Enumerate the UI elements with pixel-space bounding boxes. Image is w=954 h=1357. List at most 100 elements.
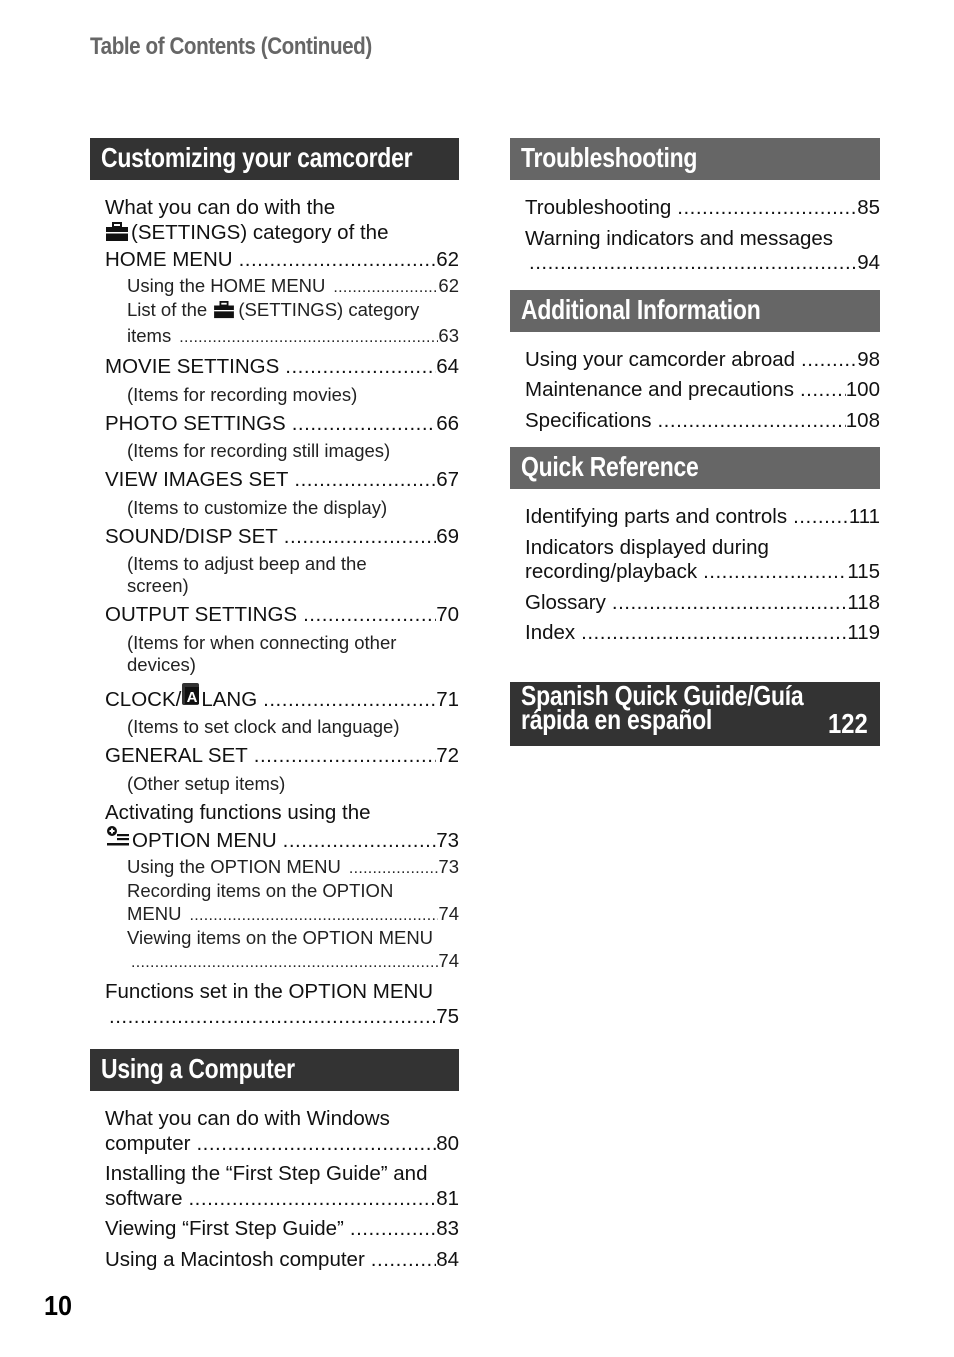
toc-entry-output-settings[interactable]: OUTPUT SETTINGS 70 <box>105 603 459 628</box>
entry-note: (Items to set clock and language) <box>127 716 400 737</box>
page-ref: 118 <box>847 590 880 614</box>
entry-text: CLOCK/ <box>105 687 182 711</box>
entry-text: items <box>127 324 172 346</box>
entry-text: LANG <box>201 687 258 711</box>
entry-text: computer <box>105 1131 191 1155</box>
page-ref: 62 <box>436 248 459 271</box>
toc-entry[interactable]: Glossary 118 <box>525 591 880 616</box>
entry-text: (SETTINGS) category <box>238 299 420 320</box>
toc-entry[interactable]: Viewing “First Step Guide” 83 <box>105 1217 459 1242</box>
toc-entry-photo-settings[interactable]: PHOTO SETTINGS 66 <box>105 412 459 437</box>
entry-line: Warning indicators and messages <box>525 226 834 250</box>
leader-dots <box>297 603 436 628</box>
toc-entry-view-images-set[interactable]: VIEW IMAGES SET 67 <box>105 468 459 493</box>
entry-last-line: SOUND/DISP SET 69 <box>105 525 459 550</box>
entry-note: (Items to adjust beep and the screen) <box>127 553 367 596</box>
entry-last-line: OPTION MENU 73 <box>105 825 459 854</box>
toc-subentry[interactable]: Viewing items on the OPTION MENU 74 <box>127 927 459 974</box>
entry-last-line: Identifying parts and controls 111 <box>525 505 880 530</box>
entry-text: OPTION MENU <box>132 829 277 852</box>
entry-line: What you can do with the <box>105 196 336 219</box>
leader-dots <box>325 275 438 300</box>
entry-last-line: Using the OPTION MENU 73 <box>127 856 459 881</box>
subentries-option-menu: Using the OPTION MENU 73 Recording items… <box>105 856 459 975</box>
entry-text: Glossary <box>525 590 606 614</box>
toc-entry-clock-lang[interactable]: CLOCK/ A LANG 71 <box>105 682 459 713</box>
section-header-additional: Additional Information <box>510 289 880 332</box>
toc-entry[interactable]: Index 119 <box>525 621 880 646</box>
entry-last-line: recording/playback 115 <box>525 560 880 585</box>
toc-subentry[interactable]: Recording items on the OPTION MENU 74 <box>127 880 459 927</box>
toc-subentry[interactable]: Using the HOME MENU 62 <box>127 275 459 300</box>
entry-line: Activating functions using the <box>105 800 371 824</box>
left-column: Customizing your camcorder What you can … <box>90 138 459 1286</box>
toc-entry[interactable]: Identifying parts and controls 111 <box>525 505 880 530</box>
entry-text: OUTPUT SETTINGS <box>105 603 298 626</box>
toc-entry-home-menu[interactable]: What you can do with the (SETTINGS) cate… <box>105 196 459 273</box>
entry-text: (SETTINGS) category of the <box>131 220 389 244</box>
toc-subentry[interactable]: List of the (SETTINGS) category items 63 <box>127 299 459 349</box>
additional-entries: Using your camcorder abroad 98 Maintenan… <box>510 332 880 448</box>
toc-entry[interactable]: Maintenance and precautions 100 <box>525 378 880 403</box>
leader-dots <box>233 248 437 273</box>
entry-line: Recording items on the OPTION <box>127 880 394 901</box>
page-ref: 74 <box>438 949 459 971</box>
toc-entry[interactable]: Using your camcorder abroad 98 <box>525 348 880 373</box>
leader-dots <box>697 560 847 585</box>
toc-entry-general-set[interactable]: GENERAL SET 72 <box>105 744 459 769</box>
entry-text: PHOTO SETTINGS <box>105 411 286 435</box>
svg-text:A: A <box>187 689 198 706</box>
entry-last-line: Using the HOME MENU 62 <box>127 275 459 300</box>
toc-entry[interactable]: Installing the “First Step Guide” and so… <box>105 1162 459 1211</box>
leader-dots <box>190 1132 436 1157</box>
entry-text: List of the <box>127 299 208 320</box>
toc-entry[interactable]: Specifications 108 <box>525 409 880 434</box>
toc-entry-movie-settings[interactable]: MOVIE SETTINGS 64 <box>105 355 459 380</box>
entry-text: Identifying parts and controls <box>525 505 788 528</box>
toc-entry[interactable]: Troubleshooting 85 <box>525 196 880 221</box>
toc-entry-option-menu[interactable]: Activating functions using the OPTION ME… <box>105 801 459 854</box>
page-ref: 98 <box>857 347 880 371</box>
page-ref: 64 <box>436 355 459 378</box>
page-ref: 75 <box>436 1004 459 1028</box>
toc-entry-functions-option-menu[interactable]: Functions set in the OPTION MENU 75 <box>105 980 459 1029</box>
page-ref: 108 <box>845 408 880 432</box>
leader-dots <box>279 355 436 380</box>
page-ref: 80 <box>436 1131 459 1155</box>
entry-text: MENU <box>127 902 182 924</box>
page-ref: 111 <box>848 505 880 528</box>
entry-text: Index <box>525 621 576 644</box>
section-header-computer: Using a Computer <box>90 1049 459 1091</box>
toc-subentry[interactable]: Using the OPTION MENU 73 <box>127 856 459 881</box>
page-ref: 85 <box>857 196 880 219</box>
leader-dots <box>787 505 849 530</box>
toc-entry[interactable]: Indicators displayed during recording/pl… <box>525 536 880 585</box>
toc-entry[interactable]: Warning indicators and messages 94 <box>525 227 880 276</box>
entry-last-line: 94 <box>525 251 880 276</box>
toc-entry[interactable]: Using a Macintosh computer 84 <box>105 1248 459 1273</box>
entry-last-line: GENERAL SET 72 <box>105 744 459 769</box>
troubleshooting-entries: Troubleshooting 85 Warning indicators an… <box>510 180 880 290</box>
entry-line: Installing the “First Step Guide” and <box>105 1162 428 1185</box>
customizing-entries: What you can do with the (SETTINGS) cate… <box>90 180 459 1043</box>
leader-dots <box>671 196 857 221</box>
leader-dots <box>606 591 847 616</box>
entry-line: List of the (SETTINGS) category <box>127 299 459 325</box>
leader-dots <box>344 1217 436 1242</box>
entry-last-line: Using a Macintosh computer 84 <box>105 1248 459 1273</box>
toc-entry-sound-disp-set[interactable]: SOUND/DISP SET 69 <box>105 525 459 550</box>
toolbox-icon <box>212 301 236 325</box>
page-ref: 63 <box>438 324 459 346</box>
entry-note: (Items for recording still images) <box>127 440 391 461</box>
computer-entries: What you can do with Windows computer 80… <box>90 1091 459 1286</box>
leader-dots <box>794 378 846 403</box>
section-title: Additional Information <box>521 293 761 325</box>
entry-last-line: software 81 <box>105 1187 459 1212</box>
page-ref: 69 <box>436 524 459 548</box>
spanish-guide-link[interactable]: Spanish Quick Guide/Guía rápida en españ… <box>510 681 880 746</box>
page-ref: 67 <box>436 468 459 491</box>
toc-entry[interactable]: What you can do with Windows computer 80 <box>105 1107 459 1156</box>
toolbox-icon <box>105 221 129 249</box>
entry-last-line: VIEW IMAGES SET 67 <box>105 468 459 493</box>
entry-last-line: 74 <box>127 950 459 975</box>
